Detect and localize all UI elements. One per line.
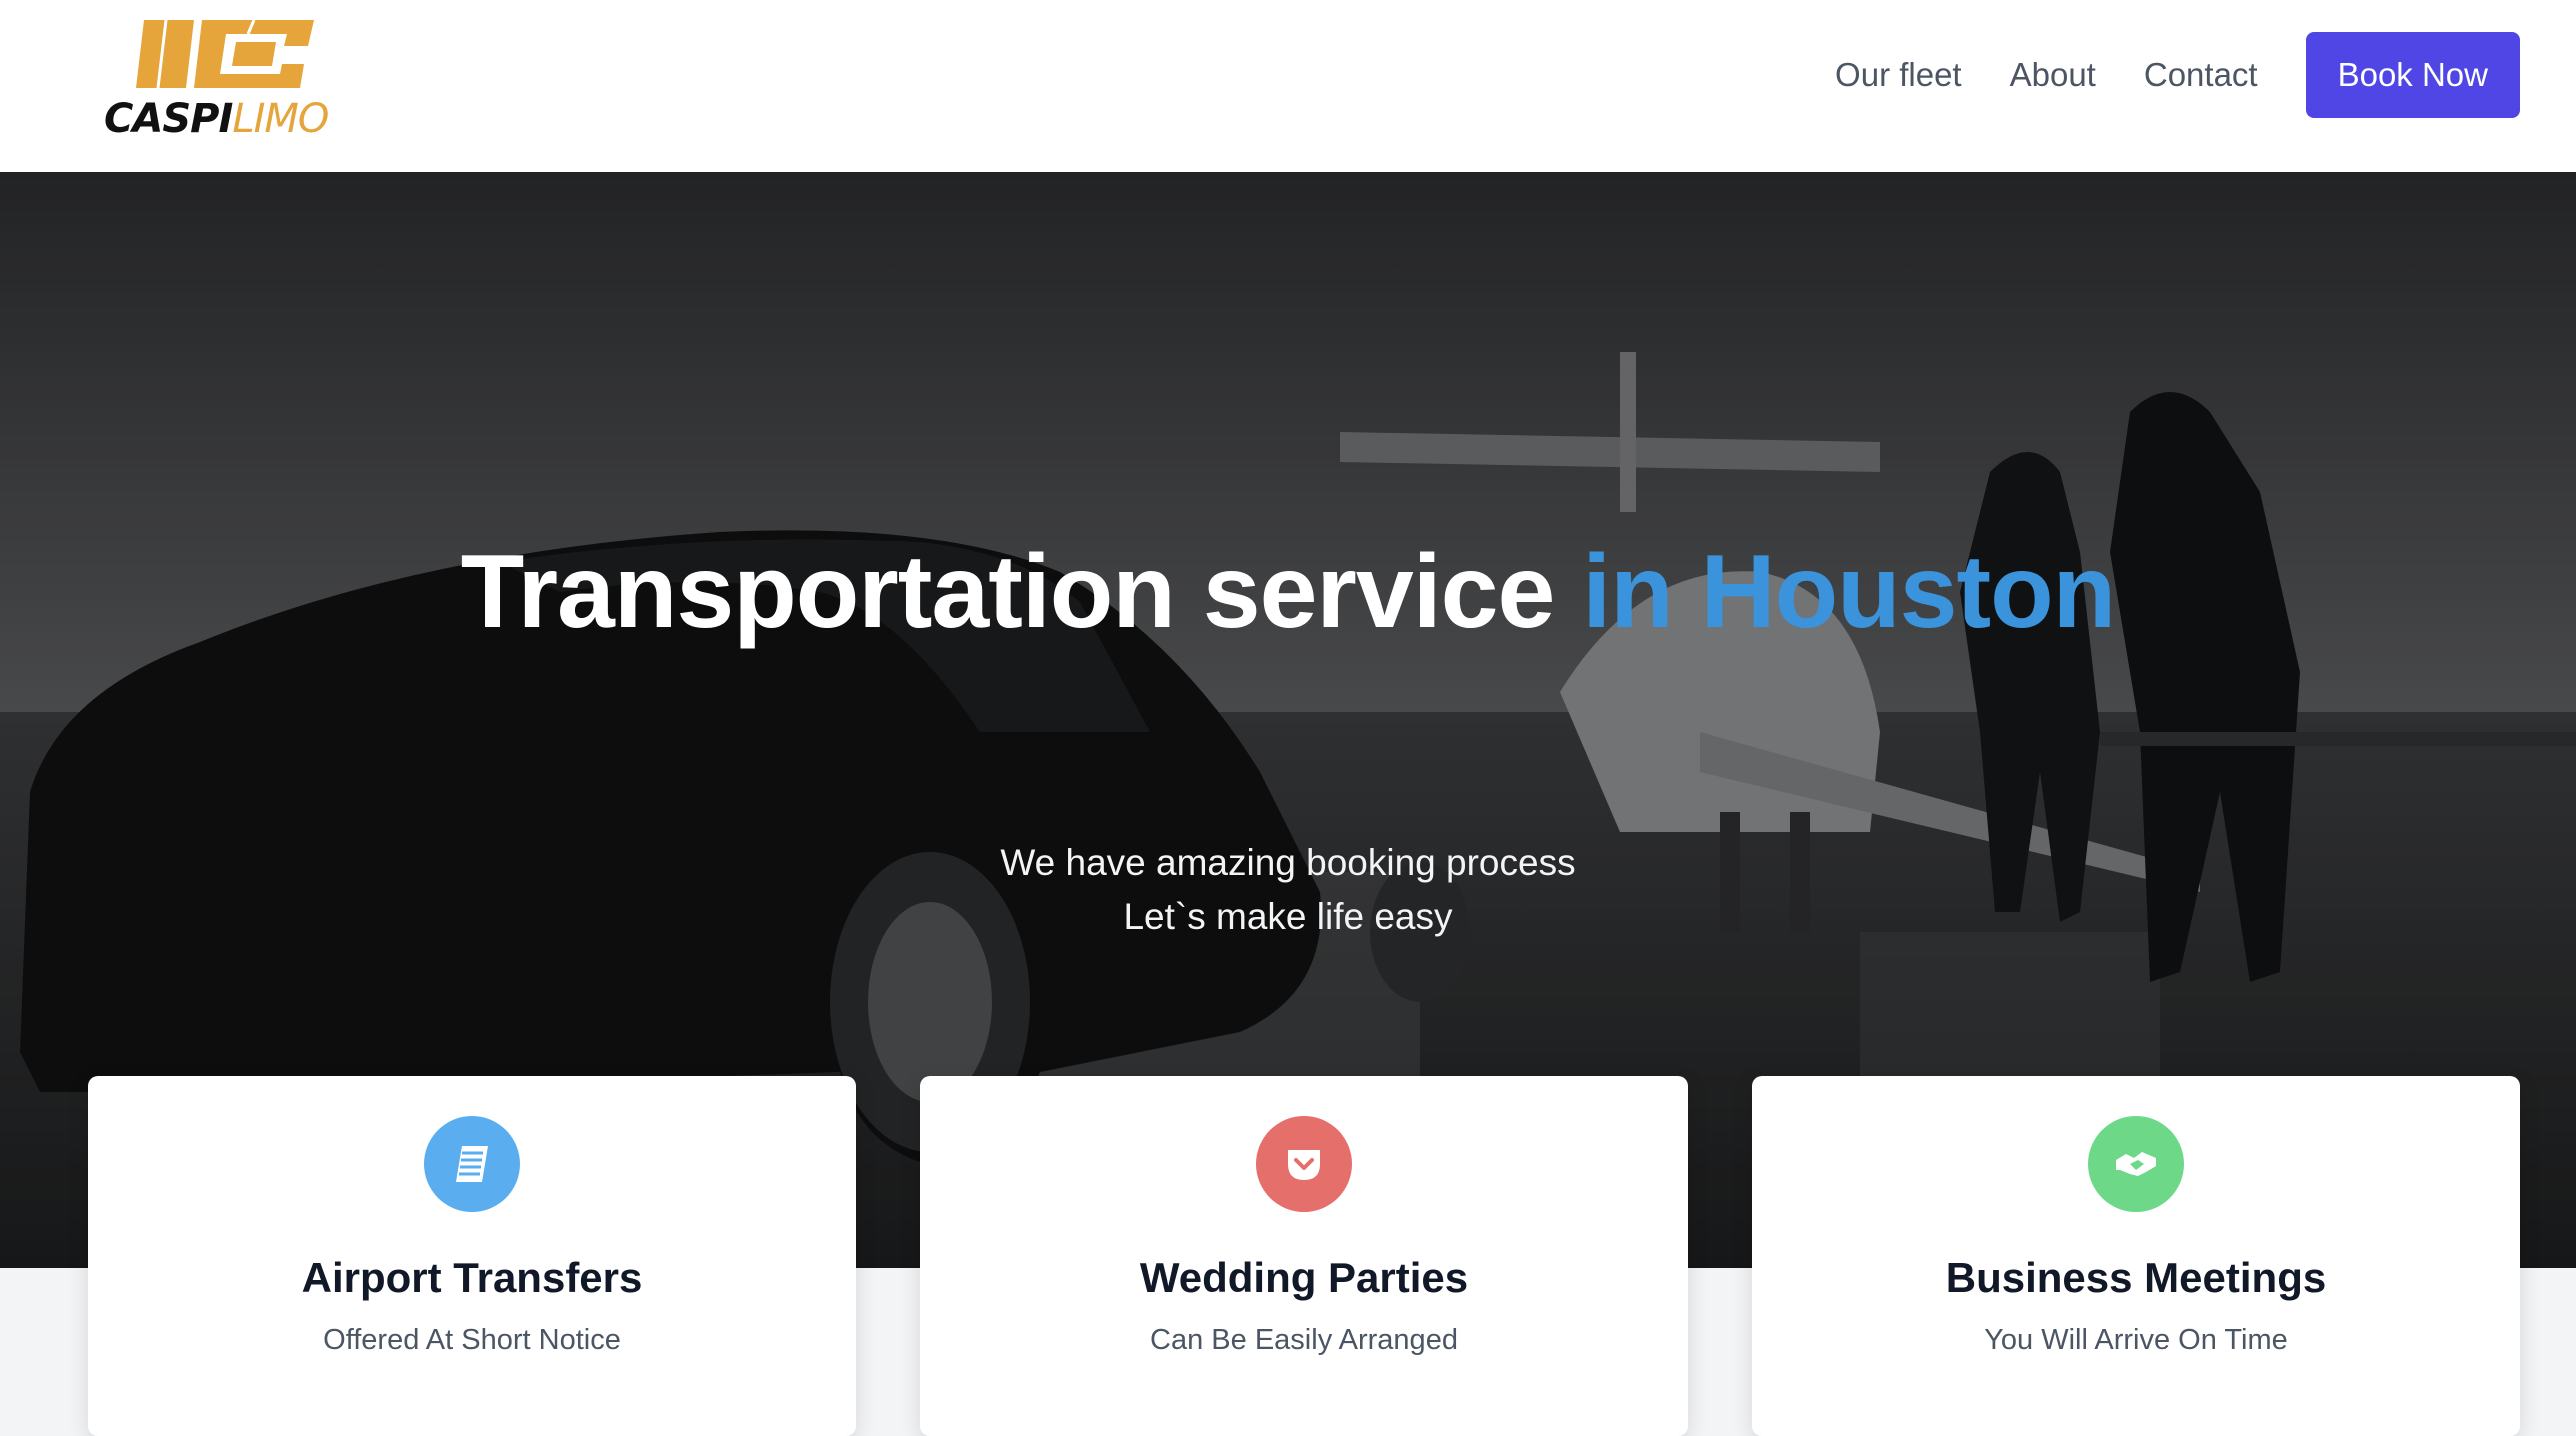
- brand-name-part2: LIMO: [232, 96, 329, 142]
- hero-subtitle-line2: Let`s make life easy: [1123, 896, 1453, 937]
- site-header: CASPILIMO Our fleet About Contact Book N…: [0, 0, 2576, 172]
- nav-link-about[interactable]: About: [2010, 56, 2096, 94]
- logo-mark-icon: [136, 19, 314, 89]
- service-subtitle: Offered At Short Notice: [323, 1324, 621, 1356]
- brand-logo[interactable]: CASPILIMO: [100, 14, 329, 142]
- service-title: Business Meetings: [1945, 1254, 2327, 1301]
- service-title: Wedding Parties: [1139, 1254, 1469, 1301]
- service-subtitle: You Will Arrive On Time: [1984, 1324, 2288, 1356]
- brand-name-part1: CASPI: [104, 96, 233, 142]
- service-card-wedding[interactable]: Wedding Parties Can Be Easily Arranged: [920, 1076, 1688, 1436]
- hero-title-accent: in Houston: [1582, 534, 2116, 650]
- service-title: Airport Transfers: [301, 1254, 643, 1301]
- heart-pocket-icon: [1256, 1116, 1352, 1212]
- service-card-airport[interactable]: Airport Transfers Offered At Short Notic…: [88, 1076, 856, 1436]
- nav-link-contact[interactable]: Contact: [2144, 56, 2258, 94]
- handshake-icon: [2088, 1116, 2184, 1212]
- service-card-business[interactable]: Business Meetings You Will Arrive On Tim…: [1752, 1076, 2520, 1436]
- hero-title: Transportation service in Houston: [0, 532, 2576, 652]
- document-icon: [424, 1116, 520, 1212]
- service-subtitle: Can Be Easily Arranged: [1150, 1324, 1458, 1356]
- nav-link-our-fleet[interactable]: Our fleet: [1835, 56, 1962, 94]
- main-nav: Our fleet About Contact Book Now: [1835, 32, 2520, 118]
- hero-subtitle-line1: We have amazing booking process: [1000, 842, 1576, 883]
- hero-title-main: Transportation service: [460, 534, 1556, 650]
- book-now-button[interactable]: Book Now: [2305, 32, 2520, 118]
- brand-wordmark: CASPILIMO: [104, 96, 329, 142]
